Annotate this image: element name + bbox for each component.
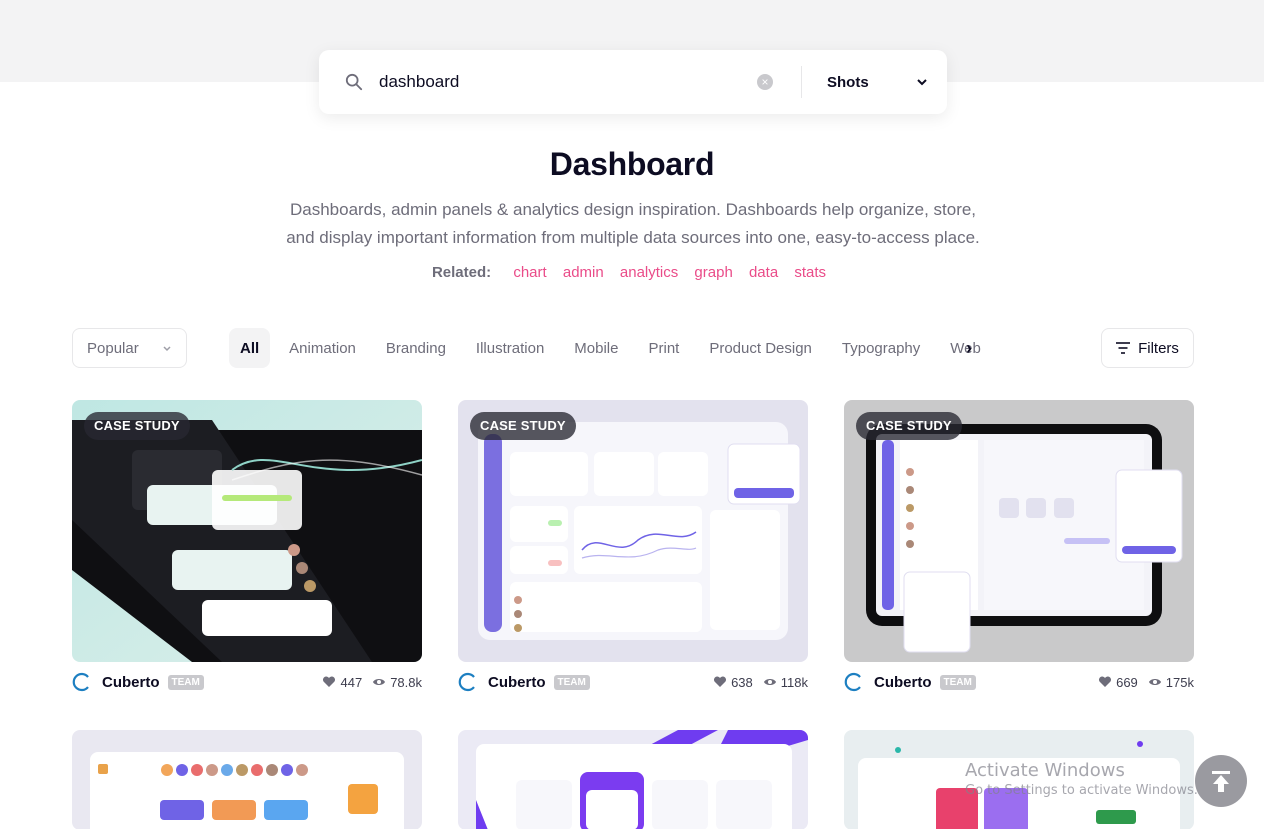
related-tag-chart[interactable]: chart — [513, 264, 546, 281]
related-tag-admin[interactable]: admin — [563, 264, 604, 281]
cuberto-logo-icon[interactable] — [72, 672, 92, 692]
shot-thumbnail[interactable]: CASE STUDY — [72, 400, 422, 662]
shot-image — [72, 730, 422, 829]
windows-activation-watermark: Activate Windows Go to Settings to activ… — [965, 760, 1198, 798]
views-count: 78.8k — [390, 674, 422, 690]
tab-branding[interactable]: Branding — [375, 328, 457, 368]
eye-icon — [1148, 679, 1161, 685]
shot-meta: Cuberto TEAM 669 175k — [844, 672, 1194, 692]
cuberto-logo-icon[interactable] — [844, 672, 864, 692]
heart-icon[interactable] — [322, 675, 336, 689]
related-label: Related: — [431, 264, 492, 281]
tab-print[interactable]: Print — [637, 328, 690, 368]
sort-label: Popular — [87, 339, 139, 357]
related-tag-data[interactable]: data — [749, 264, 778, 281]
team-badge: TEAM — [553, 674, 590, 690]
search-scope-label: Shots — [827, 73, 869, 91]
chevron-down-icon — [163, 346, 171, 352]
chevron-right-icon[interactable]: › — [966, 338, 982, 358]
heart-icon[interactable] — [713, 675, 727, 689]
cuberto-logo-icon[interactable] — [458, 672, 478, 692]
views-count: 118k — [780, 674, 808, 690]
search-bar: × Shots — [319, 50, 947, 114]
filters-button[interactable]: Filters — [1101, 328, 1194, 368]
likes-count: 669 — [1116, 674, 1138, 690]
related-tags: Related: chart admin analytics graph dat… — [0, 264, 1264, 281]
tab-typography[interactable]: Typography — [831, 328, 931, 368]
tab-all[interactable]: All — [229, 328, 271, 368]
shot-thumbnail[interactable]: CASE STUDY — [458, 400, 808, 662]
views-count: 175k — [1165, 674, 1194, 690]
author-name[interactable]: Cuberto — [488, 674, 546, 691]
shot-thumbnail[interactable]: CASE STUDY — [844, 400, 1194, 662]
author-name[interactable]: Cuberto — [102, 674, 160, 691]
heart-icon[interactable] — [1098, 675, 1112, 689]
shot-meta: Cuberto TEAM 638 118k — [458, 672, 808, 692]
team-badge: TEAM — [167, 674, 204, 690]
tab-mobile[interactable]: Mobile — [563, 328, 629, 368]
tab-product-design[interactable]: Product Design — [698, 328, 823, 368]
case-study-badge: CASE STUDY — [84, 412, 190, 440]
shot-stats: 669 175k — [1098, 675, 1194, 690]
arrow-up-icon — [1212, 771, 1230, 792]
shot-stats: 638 118k — [713, 675, 808, 690]
related-tag-stats[interactable]: stats — [794, 264, 826, 281]
filter-icon — [1116, 342, 1131, 354]
clear-search-icon[interactable]: × — [757, 74, 773, 90]
search-input[interactable] — [379, 68, 749, 96]
watermark-line-1: Activate Windows — [965, 760, 1125, 781]
category-tabs: All Animation Branding Illustration Mobi… — [229, 328, 983, 368]
likes-count: 447 — [340, 674, 363, 690]
shot-thumbnail[interactable] — [458, 730, 808, 829]
search-icon — [345, 73, 363, 91]
team-badge: TEAM — [939, 674, 976, 690]
watermark-line-2: Go to Settings to activate Windows. — [965, 783, 1198, 798]
eye-icon — [763, 679, 776, 685]
likes-count: 638 — [731, 674, 753, 690]
case-study-badge: CASE STUDY — [470, 412, 576, 440]
shot-image — [458, 730, 808, 829]
tab-illustration[interactable]: Illustration — [465, 328, 555, 368]
page-description: Dashboards, admin panels & analytics des… — [286, 200, 980, 247]
search-divider — [801, 66, 802, 98]
shot-meta: Cuberto TEAM 447 78.8k — [72, 672, 422, 692]
page-title: Dashboard — [549, 146, 715, 182]
related-tag-analytics[interactable]: analytics — [620, 264, 678, 281]
author-name[interactable]: Cuberto — [874, 674, 932, 691]
filters-label: Filters — [1138, 339, 1179, 357]
eye-icon — [373, 679, 386, 685]
chevron-down-icon — [917, 79, 927, 86]
case-study-badge: CASE STUDY — [856, 412, 962, 440]
related-tag-graph[interactable]: graph — [694, 264, 732, 281]
search-scope-select[interactable]: Shots — [819, 68, 935, 96]
tab-animation[interactable]: Animation — [278, 328, 367, 368]
sort-select[interactable]: Popular — [72, 328, 187, 368]
shot-thumbnail[interactable] — [72, 730, 422, 829]
shot-stats: 447 78.8k — [322, 675, 422, 690]
scroll-to-top-button[interactable] — [1195, 755, 1247, 807]
